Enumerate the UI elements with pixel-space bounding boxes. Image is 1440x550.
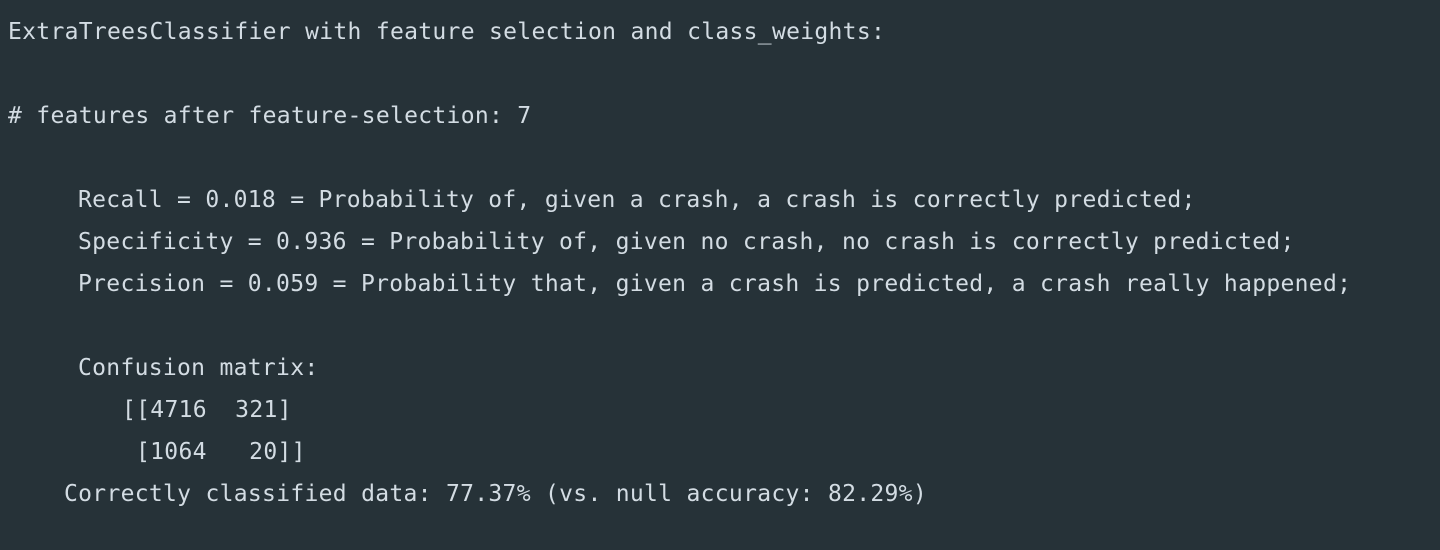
confusion-matrix-row-2: [1064 20]]	[136, 439, 306, 465]
specificity-line: Specificity = 0.936 = Probability of, gi…	[78, 229, 1295, 255]
output-header: ExtraTreesClassifier with feature select…	[8, 19, 886, 45]
accuracy-line: Correctly classified data: 77.37% (vs. n…	[64, 481, 927, 507]
precision-line: Precision = 0.059 = Probability that, gi…	[78, 271, 1352, 297]
feature-count-line: # features after feature-selection: 7	[8, 103, 532, 129]
recall-line: Recall = 0.018 = Probability of, given a…	[78, 187, 1196, 213]
confusion-matrix-row-1: [[4716 321]	[122, 397, 292, 423]
notebook-output-area: ExtraTreesClassifier with feature select…	[0, 0, 1440, 550]
confusion-matrix-label: Confusion matrix:	[78, 355, 319, 381]
